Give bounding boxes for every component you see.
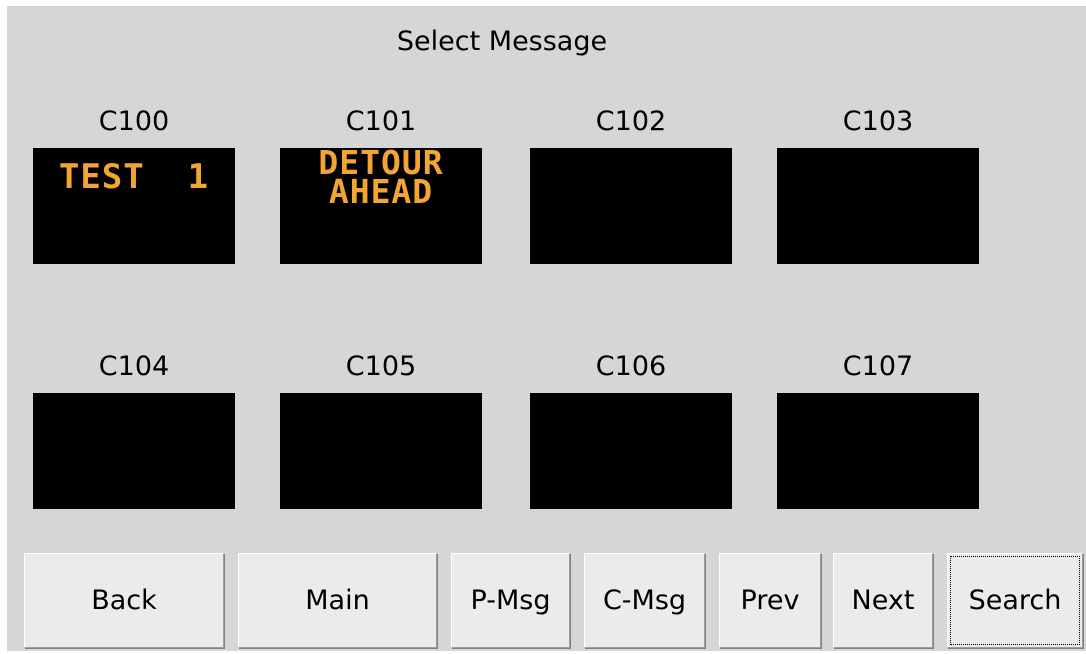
sign-text: TEST 1 <box>58 157 210 197</box>
message-id-label: C107 <box>842 351 914 382</box>
message-id-label: C105 <box>345 351 417 382</box>
message-preview[interactable] <box>530 148 732 264</box>
message-slot-c107[interactable]: C107 <box>777 350 979 509</box>
sign-text: DETOUR AHEAD <box>318 143 444 211</box>
message-slot-c101[interactable]: C101 DETOUR AHEAD <box>280 105 482 264</box>
message-preview[interactable] <box>777 393 979 509</box>
message-slot-c102[interactable]: C102 <box>530 105 732 264</box>
message-id-label: C102 <box>595 106 667 137</box>
message-id-label: C103 <box>842 106 914 137</box>
message-slot-c105[interactable]: C105 <box>280 350 482 509</box>
message-id-label: C104 <box>98 351 170 382</box>
message-preview[interactable] <box>777 148 979 264</box>
message-slot-c100[interactable]: C100 TEST 1 <box>33 105 235 264</box>
message-id-label: C106 <box>595 351 667 382</box>
next-button[interactable]: Next <box>833 553 933 648</box>
message-preview[interactable] <box>280 393 482 509</box>
message-select-screen: Select Message C100 TEST 1 C101 DETOUR A… <box>7 6 1086 651</box>
prev-button[interactable]: Prev <box>719 553 821 648</box>
main-button[interactable]: Main <box>238 553 437 648</box>
message-slot-c104[interactable]: C104 <box>33 350 235 509</box>
message-id-label: C101 <box>345 106 417 137</box>
search-button[interactable]: Search <box>947 553 1083 648</box>
message-preview[interactable]: TEST 1 <box>33 148 235 264</box>
message-preview[interactable] <box>530 393 732 509</box>
p-msg-button[interactable]: P-Msg <box>451 553 570 648</box>
message-preview[interactable]: DETOUR AHEAD <box>280 143 482 264</box>
page-title: Select Message <box>396 26 608 57</box>
c-msg-button[interactable]: C-Msg <box>584 553 705 648</box>
message-id-label: C100 <box>98 106 170 137</box>
message-slot-c106[interactable]: C106 <box>530 350 732 509</box>
back-button[interactable]: Back <box>24 553 224 648</box>
message-preview[interactable] <box>33 393 235 509</box>
message-slot-c103[interactable]: C103 <box>777 105 979 264</box>
